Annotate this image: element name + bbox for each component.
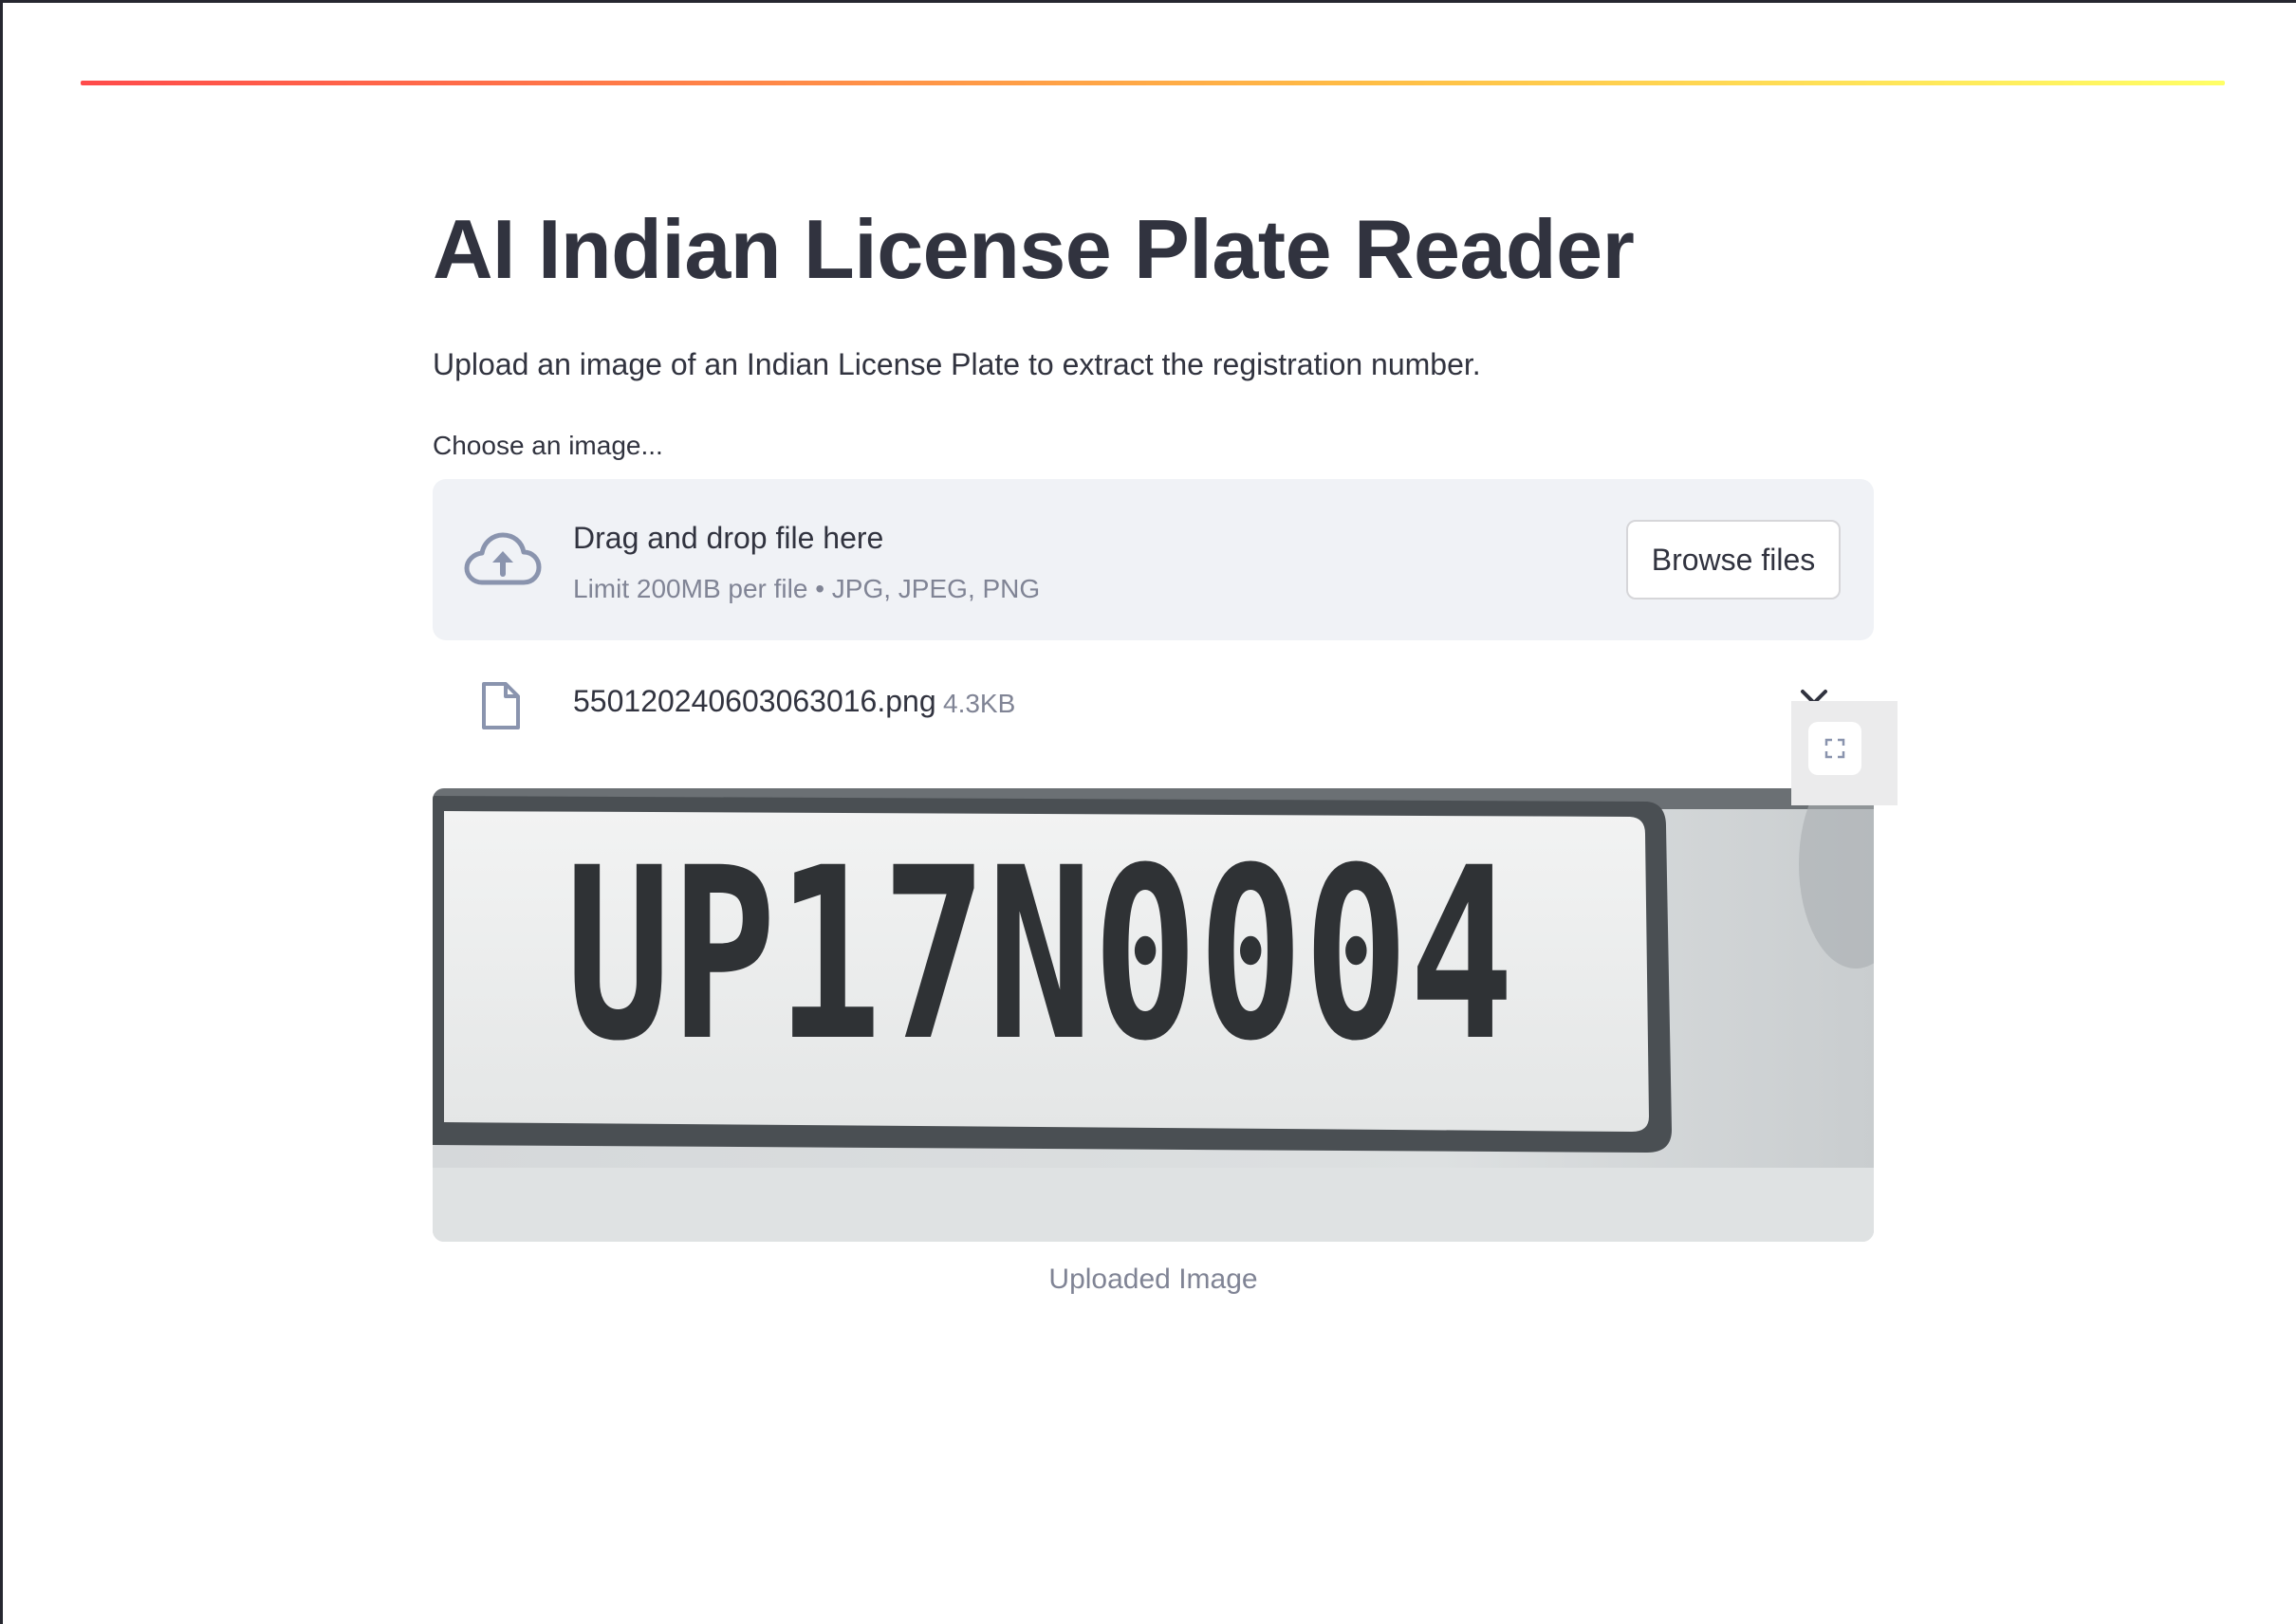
page-description: Upload an image of an Indian License Pla… — [433, 347, 1481, 381]
browse-files-button[interactable]: Browse files — [1626, 520, 1841, 600]
file-dropzone[interactable]: Drag and drop file here Limit 200MB per … — [433, 479, 1874, 640]
license-plate-photo: UP17N0004 — [433, 788, 1874, 1242]
image-caption: Uploaded Image — [1048, 1264, 1258, 1295]
dropzone-file-limit: Limit 200MB per file • JPG, JPEG, PNG — [573, 574, 1041, 603]
page-title: AI Indian License Plate Reader — [433, 202, 1635, 296]
image-toolbar — [1791, 701, 1898, 805]
uploaded-file-size: 4.3KB — [943, 689, 1016, 718]
file-icon — [482, 682, 520, 729]
fullscreen-button[interactable] — [1808, 722, 1861, 775]
app-frame: AI Indian License Plate Reader Upload an… — [0, 0, 2296, 1624]
uploaded-plate-image: UP17N0004 — [433, 788, 1874, 1242]
uploaded-file-name: 550120240603063016.png — [573, 684, 936, 718]
cloud-upload-icon — [464, 532, 542, 585]
plate-number-text: UP17N0004 — [565, 817, 1514, 1093]
file-uploader-label: Choose an image... — [433, 431, 663, 460]
uploaded-file-row: 550120240603063016.png 4.3KB — [433, 667, 1874, 739]
dropzone-instructions: Drag and drop file here — [573, 521, 884, 555]
fullscreen-icon — [1824, 738, 1845, 759]
header-decoration-bar — [81, 81, 2225, 85]
